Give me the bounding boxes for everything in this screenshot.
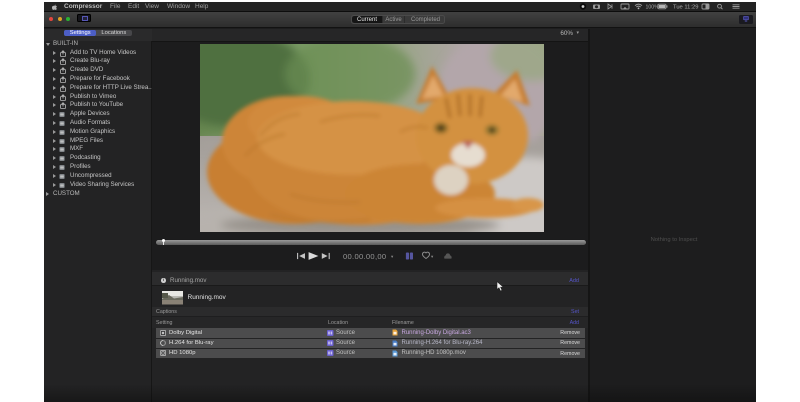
svg-text:100%: 100% xyxy=(646,4,660,10)
svg-text:00.00.00,00: 00.00.00,00 xyxy=(343,251,386,260)
svg-text:▾: ▾ xyxy=(391,254,394,259)
svg-text:Tue 11:29: Tue 11:29 xyxy=(673,5,698,10)
svg-text:▾: ▾ xyxy=(431,254,434,259)
